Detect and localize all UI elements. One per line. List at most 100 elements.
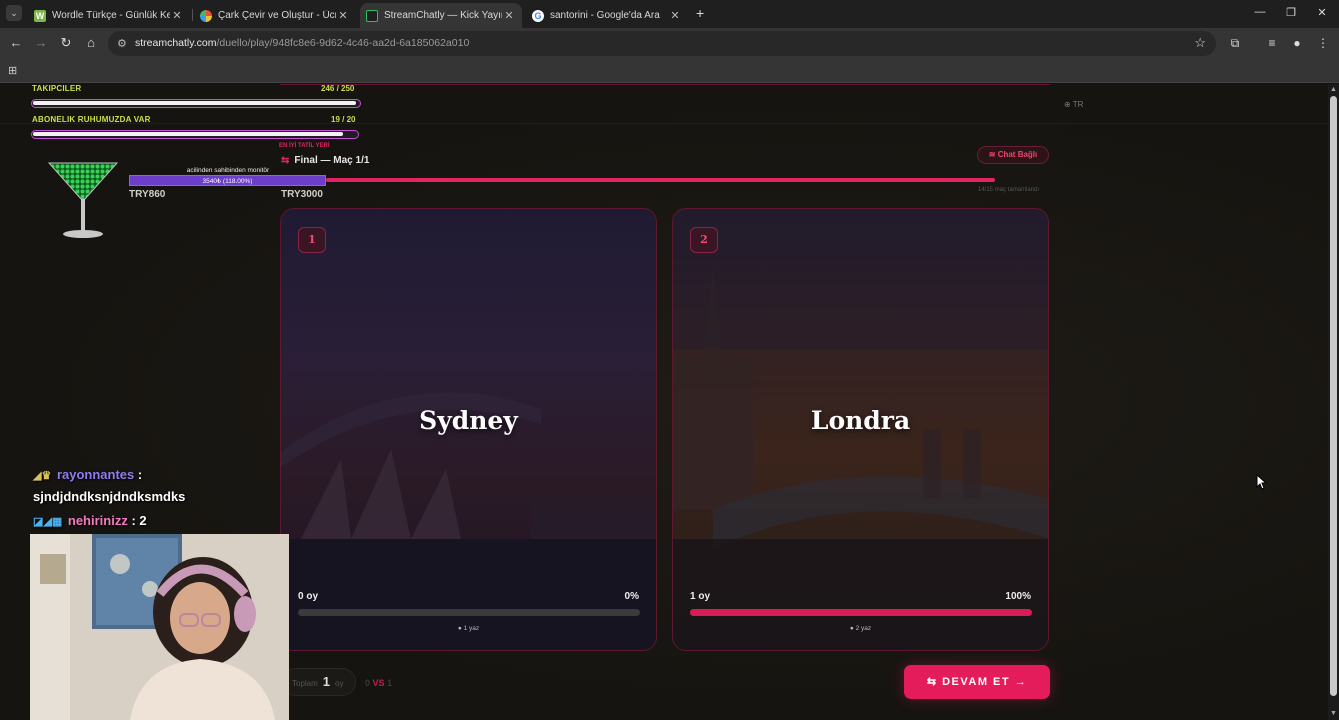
- stream-chat-line-2: ◪◢▦ nehirinizz : 2: [33, 513, 147, 528]
- match-title-text: Final — Maç 1/1: [294, 155, 370, 166]
- site-info-icon[interactable]: ⚙: [117, 37, 127, 50]
- option-city: Sydney: [419, 406, 518, 435]
- tab-streamchatly[interactable]: StreamChatly — Kick Yayıncıları ✕: [360, 3, 522, 28]
- continue-button[interactable]: ⇆ DEVAM ET →: [904, 665, 1050, 699]
- scroll-up-icon[interactable]: ▲: [1330, 86, 1337, 93]
- scrollbar-thumb[interactable]: [1330, 96, 1337, 696]
- chat-status-text: Chat Bağlı: [997, 150, 1038, 159]
- tab-bar: ⌄ W Wordle Türkçe - Günlük Kelime ✕ Çark…: [0, 0, 1339, 28]
- url-text[interactable]: streamchatly.com/duello/play/948fc8e6-9d…: [135, 37, 469, 49]
- vote-bar: [690, 609, 1032, 616]
- donation-goal-bar: 3540₺ (118.00%): [129, 175, 326, 186]
- webcam-feed: [30, 534, 289, 720]
- total-value: 1: [322, 674, 331, 689]
- media-control-icon[interactable]: ≡: [1264, 36, 1280, 50]
- menu-kebab-icon[interactable]: ⋮: [1315, 36, 1331, 50]
- followers-goal-bar: [31, 99, 361, 108]
- duel-page: ⊕ TR TAKIPCILER 246 / 250 ABONELIK RUHUM…: [0, 84, 1328, 720]
- option-number: 1: [298, 227, 326, 253]
- chat-username: rayonnantes: [56, 467, 135, 482]
- tab-title: Wordle Türkçe - Günlük Kelime: [52, 10, 170, 21]
- option-card-londra[interactable]: 2 Londra 1 oy 100% ● 2 yaz: [672, 208, 1049, 651]
- match-progress-bar: [326, 178, 995, 182]
- option-message-count: ● 2 yaz: [673, 625, 1048, 632]
- close-icon[interactable]: ✕: [502, 9, 516, 22]
- total-unit: oy: [335, 679, 344, 688]
- apps-grid-icon[interactable]: ⊞: [8, 64, 17, 77]
- option-percent: 100%: [1005, 591, 1031, 602]
- donation-goal-text: 3540₺ (118.00%): [202, 178, 253, 185]
- top-accent-line: [280, 84, 1050, 85]
- option-card-sydney[interactable]: 1 Sydney 0 oy 0% ● 1 yaz: [280, 208, 657, 651]
- tab-google[interactable]: G santorini - Google'da Ara ✕: [526, 3, 688, 28]
- tab-search-button[interactable]: ⌄: [6, 5, 22, 21]
- chat-message: : 2: [131, 513, 147, 528]
- language-code: TR: [1072, 100, 1084, 109]
- chat-bubble-icon: ●: [457, 625, 462, 632]
- header-border: [0, 123, 1328, 124]
- extensions-icon[interactable]: ⧉: [1227, 36, 1243, 51]
- google-favicon-icon: G: [532, 9, 544, 22]
- vote-bar: [298, 609, 640, 616]
- home-icon[interactable]: ⌂: [84, 36, 98, 50]
- tab-wordle[interactable]: W Wordle Türkçe - Günlük Kelime ✕: [28, 3, 190, 28]
- reload-icon[interactable]: ↻: [59, 36, 73, 50]
- badge-icon: ◢♛: [33, 470, 52, 482]
- mouse-cursor-icon: [1256, 474, 1268, 490]
- tab-separator: [192, 9, 193, 21]
- subs-goal-label: ABONELIK RUHUMUZDA VAR: [32, 115, 151, 124]
- window-close-icon[interactable]: ✕: [1315, 6, 1329, 19]
- url-path: /duello/play/948fc8e6-9d62-4c46-aa2d-6a1…: [216, 37, 470, 49]
- forward-arrow-icon[interactable]: →: [34, 36, 48, 50]
- option-votes: 0 oy: [298, 591, 319, 602]
- address-bar[interactable]: ⚙ streamchatly.com/duello/play/948fc8e6-…: [108, 31, 1216, 56]
- martini-glass-icon: [47, 162, 119, 238]
- wifi-icon: ≋: [988, 150, 996, 159]
- scroll-down-icon[interactable]: ▼: [1330, 710, 1337, 717]
- url-host: streamchatly.com: [135, 37, 217, 49]
- page-scrollbar[interactable]: ▲ ▼: [1328, 84, 1339, 720]
- progress-note: 14/15 maç tamamlandı: [978, 187, 1040, 193]
- option-votes: 1 oy: [690, 591, 711, 602]
- donation-goal-start: TRY860: [129, 189, 166, 200]
- browser-toolbar: ← → ↻ ⌂ ⚙ streamchatly.com/duello/play/9…: [0, 28, 1339, 59]
- vs-score: 0 VS 1: [365, 678, 392, 688]
- badge-icon: ◪◢▦: [33, 516, 63, 528]
- back-arrow-icon[interactable]: ←: [9, 36, 23, 50]
- bookmark-star-icon[interactable]: ☆: [1194, 35, 1206, 51]
- continue-label: DEVAM ET: [942, 676, 1011, 688]
- language-switch[interactable]: ⊕ TR: [1064, 100, 1083, 109]
- globe-icon: ⊕: [1064, 100, 1071, 109]
- donation-goal-target: TRY3000: [281, 189, 323, 200]
- close-icon[interactable]: ✕: [336, 9, 350, 22]
- subs-goal-fill: [33, 132, 343, 136]
- close-icon[interactable]: ✕: [668, 9, 682, 22]
- option-percent: 0%: [624, 591, 639, 602]
- restore-icon[interactable]: ❐: [1284, 6, 1298, 19]
- streamchatly-favicon-icon: [366, 9, 378, 22]
- donation-goal-title: acilinden sahibinden monitör: [186, 167, 270, 174]
- tab-title: StreamChatly — Kick Yayıncıları: [384, 10, 502, 21]
- subs-goal-count: 19 / 20: [331, 115, 356, 124]
- match-title: ⇆ Final — Maç 1/1: [281, 155, 369, 166]
- chat-status-badge[interactable]: ≋ Chat Bağlı: [977, 146, 1049, 164]
- total-votes: Toplam 1 oy: [282, 668, 356, 696]
- chat-separator: :: [137, 467, 143, 482]
- minimize-icon[interactable]: —: [1253, 6, 1267, 18]
- message-count-text: 1 yaz: [463, 625, 480, 632]
- bookmarks-bar: ⊞: [0, 59, 1339, 83]
- stream-chat-line-1-message: sjndjdndksnjdndksmdks: [33, 489, 186, 504]
- stream-chat-line-1: ◢♛ rayonnantes :: [33, 467, 142, 482]
- close-icon[interactable]: ✕: [170, 9, 184, 22]
- chat-username: nehirinizz: [67, 513, 128, 528]
- profile-avatar-icon[interactable]: ●: [1289, 36, 1305, 50]
- tab-cark[interactable]: Çark Çevir ve Oluştur - Ücretsiz ✕: [194, 3, 356, 28]
- new-tab-plus-icon[interactable]: +: [696, 6, 710, 20]
- best-holiday-label: EN İYİ TATİL YERİ: [279, 143, 330, 149]
- vote-bar-fill: [690, 609, 1032, 616]
- tab-title: Çark Çevir ve Oluştur - Ücretsiz: [218, 10, 336, 21]
- vs-label: VS: [372, 678, 385, 688]
- arrow-right-icon: →: [1014, 676, 1028, 688]
- tab-title: santorini - Google'da Ara: [550, 10, 660, 21]
- wordle-favicon-icon: W: [34, 9, 46, 22]
